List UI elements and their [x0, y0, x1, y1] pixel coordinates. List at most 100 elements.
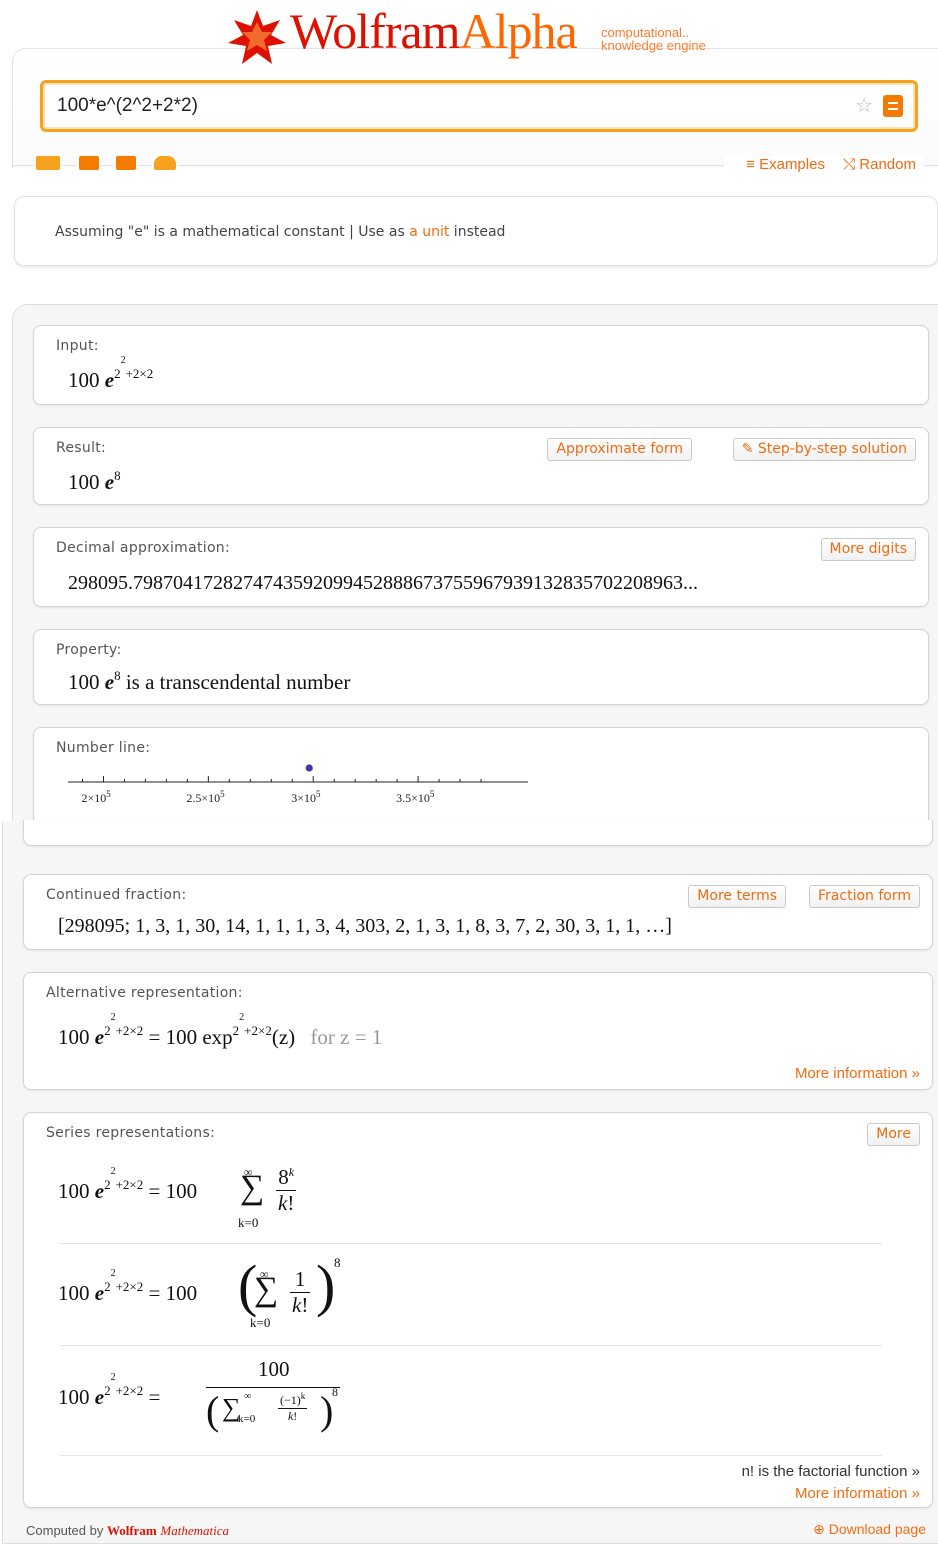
brand-alpha: Alpha	[459, 3, 577, 59]
upload-icon[interactable]	[152, 156, 178, 172]
input-base: 100	[68, 368, 105, 392]
input-exp: 2	[114, 366, 121, 381]
number-line-point	[305, 764, 313, 772]
pod-alternative: Alternative representation: 100 e22+2×2 …	[23, 972, 933, 1090]
input-exp-rest: +2×2	[125, 366, 154, 381]
input-exp-exp: 2	[120, 355, 126, 366]
assumption-panel: Assuming "e" is a mathematical constant …	[14, 196, 938, 266]
pod-property-math: 100 e8 is a transcendental number	[68, 668, 351, 695]
series1-rhs: = 100	[148, 1179, 198, 1203]
property-base: 100	[68, 670, 105, 694]
computed-by-label: Computed by	[26, 1523, 107, 1538]
pod-number-line-bottom	[23, 820, 933, 846]
tagline-line-2: knowledge engine	[601, 38, 706, 53]
pod-result: Result: Approximate form ✎ Step-by-step …	[33, 427, 929, 505]
number-line-tick-label: 3.5×105	[396, 789, 435, 805]
alternative-math: 100 e22+2×2 = 100 exp22+2×2(z) for z = 1	[58, 1012, 383, 1049]
series2-fraction: 1 k!	[290, 1267, 311, 1317]
series-divider-3	[60, 1455, 882, 1456]
number-line-tick-label: 3×105	[291, 789, 321, 805]
series-equation-1: 100 e22+2×2 = 100 ∞ ∑ k=0 8k k!	[58, 1165, 297, 1230]
download-icon: ⊕	[813, 1521, 829, 1537]
alt-eq: = 100 exp	[143, 1025, 233, 1049]
pod-input-title: Input:	[56, 338, 99, 354]
mathematica-link[interactable]: Mathematica	[160, 1523, 229, 1538]
decimal-value: 298095.798704172827474359209945288867375…	[68, 572, 698, 594]
series-more-button[interactable]: More	[867, 1123, 920, 1146]
examples-link[interactable]: ≡ Examples	[746, 156, 825, 173]
download-page-label: Download page	[828, 1521, 926, 1537]
more-terms-button[interactable]: More terms	[688, 885, 786, 908]
pod-input: Input: 100 e22+2×2	[33, 325, 929, 405]
alt-arg: (z)	[271, 1025, 296, 1049]
assumption-prefix: Assuming "e" is a mathematical constant …	[55, 224, 410, 240]
property-exp: 8	[114, 668, 121, 683]
search-box: ☆	[40, 80, 918, 132]
input-e: e	[104, 368, 115, 392]
pod-property: Property: 100 e8 is a transcendental num…	[33, 629, 929, 705]
random-link[interactable]: ⤭ Random	[843, 156, 916, 173]
continued-fraction-value: [298095; 1, 3, 1, 30, 14, 1, 1, 1, 3, 4,…	[58, 915, 672, 937]
computed-by-credit: Computed by Wolfram Mathematica	[26, 1523, 229, 1539]
wolfram-link[interactable]: Wolfram	[107, 1523, 157, 1538]
alt-condition: for z = 1	[310, 1025, 383, 1049]
pod-result-title: Result:	[56, 440, 107, 456]
pod-input-math: 100 e22+2×2	[68, 355, 154, 393]
series3-lhs: 100	[58, 1385, 95, 1409]
pod-series-title: Series representations:	[46, 1125, 216, 1141]
approximate-form-button[interactable]: Approximate form	[547, 438, 692, 461]
number-line-plot: 2×105 2.5×105 3×105 3.5×105	[68, 764, 528, 805]
pod-result-math: 100 e8	[68, 468, 121, 495]
pod-decimal: Decimal approximation: More digits 29809…	[33, 527, 929, 607]
alt-more-information-link[interactable]: More information »	[795, 1065, 920, 1082]
series1-lhs: 100	[58, 1179, 95, 1203]
series-equation-2: 100 e22+2×2 = 100 ( ∞ ∑ k=0 1 k! ) 8	[58, 1253, 341, 1330]
favorite-star-icon[interactable]: ☆	[855, 93, 873, 118]
assumption-suffix: instead	[449, 224, 506, 240]
tagline: computational.. knowledge engine	[601, 26, 706, 52]
factorial-note: n! is the factorial function »	[742, 1463, 920, 1480]
number-line-tick-label: 2×105	[81, 789, 111, 805]
pod-series: Series representations: More 100 e22+2×2…	[23, 1112, 933, 1508]
download-page-link[interactable]: ⊕ Download page	[813, 1521, 926, 1538]
camera-icon[interactable]	[77, 156, 101, 172]
series2-lhs: 100	[58, 1281, 95, 1305]
series-more-information-link[interactable]: More information »	[795, 1485, 920, 1502]
results-frame-bottom: Continued fraction: More terms Fraction …	[2, 820, 938, 1544]
series2-rhs: = 100	[148, 1281, 198, 1305]
list-icon[interactable]	[114, 156, 138, 172]
series3-numerator: 100	[258, 1357, 290, 1381]
assumption-unit-link[interactable]: a unit	[409, 224, 449, 240]
step-by-step-button[interactable]: ✎ Step-by-step solution	[732, 438, 916, 461]
wolfram-spikey-icon	[228, 10, 286, 64]
toolbar-links: ≡ Examples ⤭ Random	[724, 156, 924, 173]
pod-decimal-title: Decimal approximation:	[56, 540, 230, 556]
pod-number-line-title: Number line:	[56, 740, 151, 756]
result-e: e	[104, 470, 115, 494]
series-equation-3: 100 e22+2×2 = 100 ( ∑ ∞ k=0 (−1)k k! ) 8	[58, 1357, 340, 1433]
factorial-note-text[interactable]: n! is the factorial function »	[742, 1463, 920, 1480]
property-text: is a transcendental number	[120, 670, 351, 694]
property-e: e	[104, 670, 115, 694]
series1-fraction: 8k k!	[276, 1165, 297, 1215]
pod-continued-title: Continued fraction:	[46, 887, 187, 903]
more-digits-button[interactable]: More digits	[820, 538, 916, 561]
pod-alternative-title: Alternative representation:	[46, 985, 243, 1001]
pod-continued-fraction: Continued fraction: More terms Fraction …	[23, 874, 933, 950]
step-by-step-label: Step-by-step solution	[757, 441, 907, 457]
results-frame-top: Input: 100 e22+2×2 Result: Approximate f…	[12, 304, 938, 847]
result-exp: 8	[114, 468, 121, 483]
edit-icon: ✎	[741, 441, 758, 457]
alt-e: e	[94, 1025, 105, 1049]
keyboard-icon[interactable]	[34, 156, 62, 172]
pod-property-title: Property:	[56, 642, 122, 658]
search-input[interactable]	[55, 93, 835, 119]
fraction-form-button[interactable]: Fraction form	[809, 885, 920, 908]
compute-button[interactable]	[883, 95, 903, 117]
number-line-tick-label: 2.5×105	[186, 789, 225, 805]
series-divider-2	[60, 1345, 882, 1346]
result-base: 100	[68, 470, 105, 494]
brand-wolfram: Wolfram	[290, 3, 460, 59]
series-divider-1	[60, 1243, 882, 1244]
wolfram-alpha-logo[interactable]: WolframAlpha computational.. knowledge e…	[228, 3, 748, 68]
